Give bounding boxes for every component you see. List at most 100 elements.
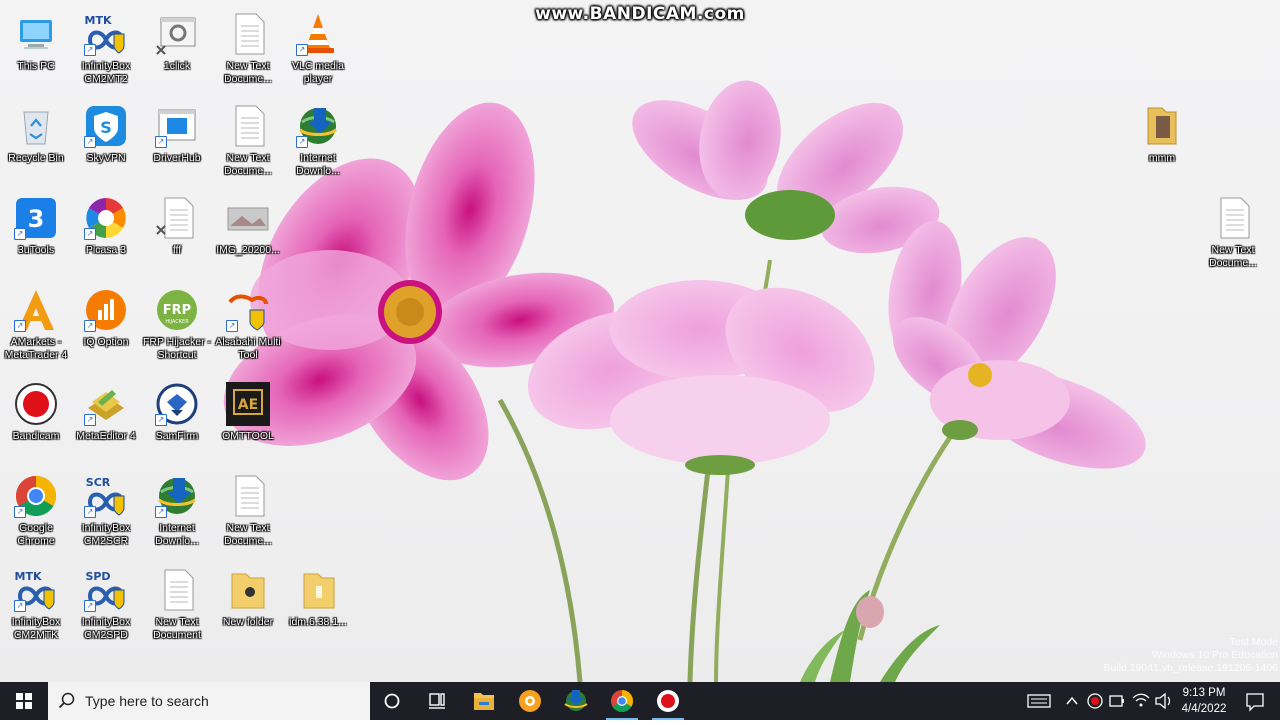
taskbar-search-box[interactable]: Type here to search <box>48 682 370 720</box>
desktop-icon-driverhub[interactable]: ↗ DriverHub <box>141 100 213 188</box>
task-view-button[interactable] <box>415 682 459 720</box>
icon-label: fff <box>172 244 182 256</box>
folder-icon <box>296 568 340 612</box>
search-placeholder: Type here to search <box>85 693 209 709</box>
tray-action-center-keyboard[interactable] <box>1024 682 1054 720</box>
clock-date: 4/4/2022 <box>1181 703 1227 715</box>
idm-globe-icon: ↗ <box>155 474 199 518</box>
text-file-icon <box>155 568 199 612</box>
desktop-icon-bandicam[interactable]: Bandicam <box>0 378 72 466</box>
icon-label: InfinityBox CM2MTK <box>11 616 61 641</box>
desktop-icon-samfirm[interactable]: ↗ SamFirm <box>141 378 213 466</box>
tray-power[interactable] <box>1106 682 1128 720</box>
icon-label: idm.6.38.1... <box>289 616 347 628</box>
desktop-icon-mmm[interactable]: mmm <box>1126 100 1198 188</box>
desktop-icon-fff[interactable]: fff <box>141 192 213 280</box>
frp-hijacker-icon: FRP HIJACKER <box>155 288 199 332</box>
metaeditor-icon: ↗ <box>84 382 128 426</box>
desktop-icon-recycle-bin[interactable]: Recycle Bin <box>0 100 72 188</box>
icon-label: New Text Docume... <box>224 522 272 547</box>
desktop-icon-metaeditor[interactable]: ↗ MetaEditor 4 <box>70 378 142 466</box>
taskbar-app-orange[interactable] <box>508 682 552 720</box>
icon-label: Alsabahi Multi Tool <box>215 336 281 361</box>
watermark-line-1: Test Mode <box>1229 636 1278 648</box>
icon-label: InfinityBox CM2SPD <box>81 616 131 641</box>
notification-icon <box>1246 693 1264 712</box>
desktop-icon-new-text-document-2[interactable]: New Text Docume... <box>212 100 284 188</box>
text-file-icon <box>155 196 199 240</box>
badge-spd: SPD <box>85 570 110 583</box>
desktop-icon-internet-download-manager-1[interactable]: ↗ Internet Downlo... <box>282 100 354 188</box>
desktop-icon-vlc[interactable]: ↗ VLC media player <box>282 8 354 96</box>
taskbar-file-explorer[interactable] <box>462 682 506 720</box>
text-file-icon <box>1211 196 1255 240</box>
badge-hijacker: HIJACKER <box>165 319 189 325</box>
tray-notifications[interactable] <box>1240 682 1270 720</box>
desktop-icon-infinitybox-cm2scr[interactable]: SCR ↗ InfinityBox CM2SCR <box>70 470 142 558</box>
tray-bandicam[interactable] <box>1084 682 1106 720</box>
shortcut-arrow-icon: ↗ <box>84 414 96 426</box>
desktop-icon-1click[interactable]: 1click <box>141 8 213 96</box>
desktop-icon-new-text-document-4[interactable]: New Text Document <box>141 564 213 652</box>
taskbar-bandicam[interactable] <box>646 682 690 720</box>
tray-network[interactable] <box>1130 682 1152 720</box>
tray-volume[interactable] <box>1152 682 1174 720</box>
idm-globe-icon <box>564 690 588 711</box>
gear-window-icon <box>155 12 199 56</box>
windows-logo-icon <box>16 693 32 709</box>
clock-time: 9:13 PM <box>1182 687 1226 699</box>
battery-plug-icon <box>1109 695 1124 707</box>
desktop-icon-picasa[interactable]: ↗ Picasa 3 <box>70 192 142 280</box>
icon-label: IQ Option <box>83 336 129 348</box>
desktop-icon-3utools[interactable]: 3 ↗ 3uTools <box>0 192 72 280</box>
start-button[interactable] <box>0 682 48 720</box>
icon-label: OMTTOOL <box>222 430 274 442</box>
shortcut-arrow-icon: ↗ <box>155 136 167 148</box>
desktop-icon-frp-hijacker[interactable]: FRP HIJACKER FRP Hijacker - Shortcut <box>141 284 213 372</box>
desktop-icon-alsabahi[interactable]: ↗ Alsabahi Multi Tool <box>212 284 284 372</box>
icon-label: Internet Downlo... <box>296 152 340 177</box>
tray-show-hidden-icons[interactable] <box>1062 682 1082 720</box>
desktop-icon-skyvpn[interactable]: S ↗ SkyVPN <box>70 100 142 188</box>
samfirm-icon: ↗ <box>155 382 199 426</box>
shortcut-arrow-icon: ↗ <box>155 506 167 518</box>
shortcut-arrow-icon: ↗ <box>14 600 26 612</box>
desktop-icon-omttool[interactable]: AE OMTTOOL <box>212 378 284 466</box>
taskbar-clock[interactable]: 9:13 PM 4/4/2022 <box>1172 685 1236 717</box>
cortana-circle-icon <box>384 693 400 709</box>
cortana-button[interactable] <box>370 682 414 720</box>
desktop-icon-iq-option[interactable]: ↗ IQ Option <box>70 284 142 372</box>
desktop-icon-new-text-document-3[interactable]: New Text Docume... <box>212 470 284 558</box>
desktop-icon-infinitybox-cm2mt2[interactable]: MTK ↗ InfinityBox CM2MT2 <box>70 8 142 96</box>
text-file-icon <box>226 474 270 518</box>
icon-label: This PC <box>17 60 55 72</box>
computer-icon <box>14 12 58 56</box>
desktop-icon-infinitybox-cm2spd[interactable]: SPD ↗ InfinityBox CM2SPD <box>70 564 142 652</box>
desktop-icon-new-text-document-1[interactable]: New Text Docume... <box>212 8 284 96</box>
shortcut-arrow-icon: ↗ <box>226 320 238 332</box>
amarkets-icon: ↗ <box>14 288 58 332</box>
skyvpn-shield-icon: S ↗ <box>84 104 128 148</box>
desktop-icon-img-file[interactable]: IMG_20200... <box>212 192 284 280</box>
icon-label: 3uTools <box>17 244 55 256</box>
folder-icon <box>226 568 270 612</box>
text-file-icon <box>226 104 270 148</box>
desktop-icon-new-text-document-5[interactable]: New Text Docume... <box>1197 192 1269 280</box>
desktop-icon-idm-setup[interactable]: idm.6.38.1... <box>282 564 354 652</box>
desktop-icon-amarkets[interactable]: ↗ AMarkets - MetaTrader 4 <box>0 284 72 372</box>
shortcut-arrow-icon: ↗ <box>84 506 96 518</box>
taskbar-google-chrome[interactable] <box>600 682 644 720</box>
badge-scr: SCR <box>86 476 111 489</box>
3utools-icon: 3 ↗ <box>14 196 58 240</box>
alsabahi-icon: ↗ <box>226 288 270 332</box>
infinitybox-icon: SCR ↗ <box>84 474 128 518</box>
desktop[interactable]: www.BANDICAM.com This PC Recycle Bin 3 ↗… <box>0 0 1280 682</box>
desktop-icon-google-chrome[interactable]: ↗ Google Chrome <box>0 470 72 558</box>
desktop-icon-this-pc[interactable]: This PC <box>0 8 72 96</box>
desktop-icon-infinitybox-cm2mtk[interactable]: MTK ↗ InfinityBox CM2MTK <box>0 564 72 652</box>
taskbar-internet-download-manager[interactable] <box>554 682 598 720</box>
shortcut-arrow-icon: ↗ <box>14 320 26 332</box>
desktop-icon-new-folder[interactable]: New folder <box>212 564 284 652</box>
desktop-icon-internet-download-manager-2[interactable]: ↗ Internet Downlo... <box>141 470 213 558</box>
idm-globe-icon: ↗ <box>296 104 340 148</box>
